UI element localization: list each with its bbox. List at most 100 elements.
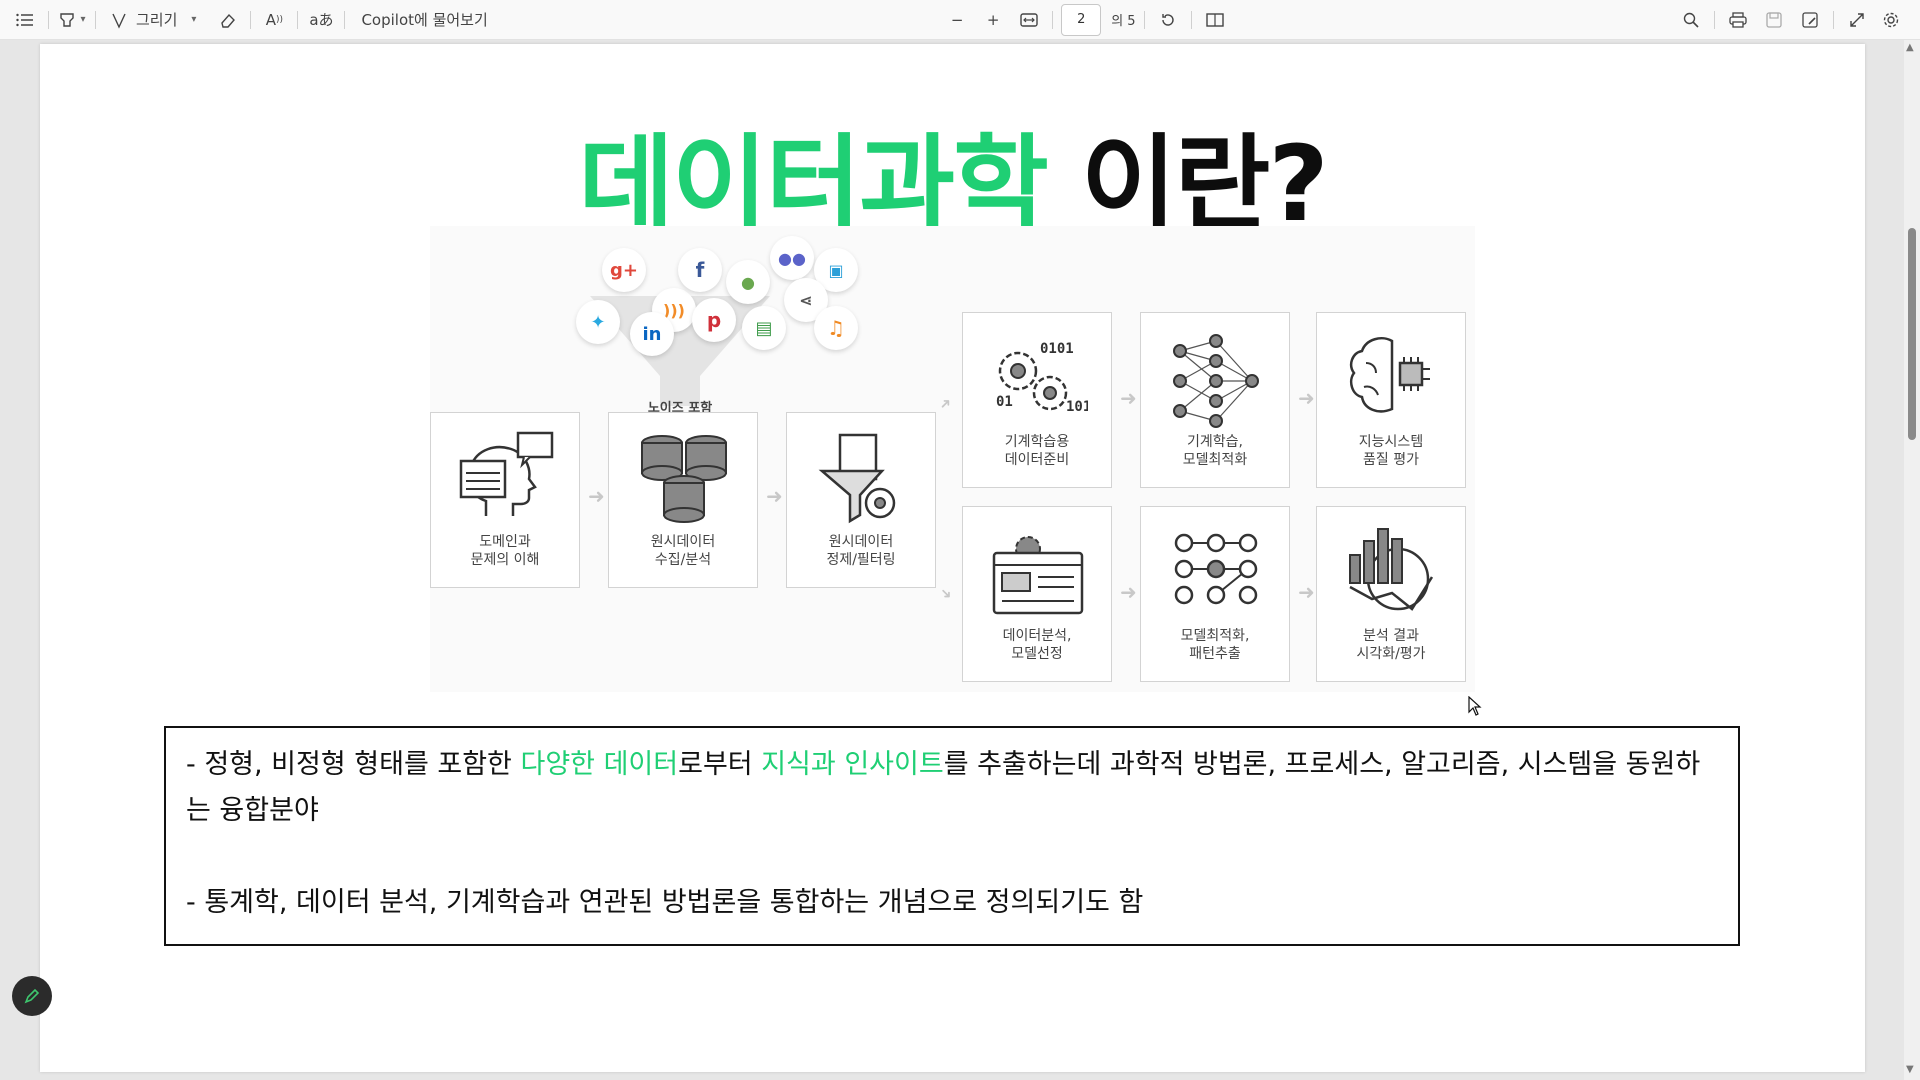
arrow-icon: ➜	[588, 484, 605, 508]
svg-text:0101: 0101	[1040, 341, 1074, 357]
divider	[344, 10, 346, 29]
highlight-icon[interactable]: ▾	[57, 5, 87, 35]
group-icon: ●●	[770, 236, 814, 280]
arrow-down-icon: ➜	[936, 584, 956, 604]
arrow-icon: ➜	[1298, 580, 1315, 604]
divider	[250, 10, 252, 29]
step-domain-understanding: 도메인과 문제의 이해	[430, 412, 580, 588]
divider	[1143, 10, 1145, 29]
svg-text:101: 101	[1066, 399, 1088, 415]
music-icon: ♫	[814, 306, 858, 350]
node-graph-icon	[1174, 533, 1258, 605]
step-label: 분석 결과 시각화/평가	[1356, 628, 1426, 662]
divider	[1190, 10, 1192, 29]
document-icon: ▤	[742, 306, 786, 350]
toolbar: ▾ 그리기 ▾ A)) aあ Copilot에 물어보기 − + 2 의 5	[0, 0, 1920, 40]
divider	[1714, 10, 1715, 29]
copilot-button[interactable]: Copilot에 물어보기	[353, 5, 495, 35]
scrollbar-thumb[interactable]	[1908, 228, 1916, 440]
text-segment: - 정형, 비정형 형태를 포함한	[186, 749, 521, 780]
music-label: ♫	[827, 316, 845, 340]
arrow-icon: ➜	[766, 484, 783, 508]
arrow-up-icon: ➜	[936, 394, 956, 414]
step-data-collection: 원시데이터 수집/분석	[608, 412, 758, 588]
microphone-icon: ●	[726, 260, 770, 304]
page-current: 2	[1077, 12, 1086, 27]
copilot-label: Copilot에 물어보기	[361, 11, 488, 29]
step-label: 기계학습용 데이터준비	[1004, 434, 1070, 468]
step-label: 기계학습, 모델최적화	[1182, 434, 1248, 468]
page-number-input[interactable]: 2	[1061, 3, 1102, 36]
google-plus-icon: g+	[602, 248, 646, 292]
step-label: 지능시스템 품질 평가	[1358, 434, 1424, 468]
page-total: 의 5	[1111, 14, 1136, 29]
chevron-down-icon[interactable]: ▾	[191, 14, 196, 25]
definition-paragraph-2: - 통계학, 데이터 분석, 기계학습과 연관된 방법론을 통합하는 개념으로 …	[186, 887, 1144, 918]
facebook-label: f	[695, 258, 705, 282]
head-screen-icon	[459, 431, 554, 516]
step-label: 도메인과 문제의 이해	[470, 534, 540, 568]
gear-icon[interactable]	[1876, 5, 1906, 35]
linkedin-icon: in	[630, 312, 674, 356]
binary-gears-icon: 0101 101 01	[996, 341, 1088, 415]
funnel-gear-icon	[818, 433, 896, 524]
pen-button[interactable]	[12, 976, 52, 1016]
step-label: 원시데이터 수집/분석	[650, 534, 716, 568]
step-data-cleaning: 원시데이터 정제/필터링	[786, 412, 936, 588]
mouse-cursor-icon	[1468, 696, 1482, 716]
neural-network-icon	[1173, 334, 1259, 428]
pinterest-icon: p	[692, 298, 736, 342]
step-data-analysis: 데이터분석, 모델선정	[962, 506, 1112, 682]
fullscreen-icon[interactable]	[1842, 5, 1872, 35]
facebook-icon: f	[678, 248, 722, 292]
scrollbar[interactable]	[1904, 40, 1920, 1080]
zoom-out-label: −	[950, 10, 964, 29]
dashboard-icon	[992, 536, 1084, 615]
step-system-quality: 지능시스템 품질 평가	[1316, 312, 1466, 488]
read-aloud-button[interactable]: A))	[259, 5, 289, 35]
translate-button[interactable]: aあ	[306, 5, 336, 35]
chevron-down-icon[interactable]: ▾	[80, 14, 85, 25]
search-icon[interactable]	[1676, 5, 1706, 35]
step-label: 원시데이터 정제/필터링	[826, 534, 896, 568]
step-visualization: 분석 결과 시각화/평가	[1316, 506, 1466, 682]
zoom-in-button[interactable]: +	[978, 5, 1008, 35]
divider	[297, 10, 299, 29]
step-pattern-extraction: 모델최적화, 패턴추출	[1140, 506, 1290, 682]
arrow-icon: ➜	[1120, 580, 1137, 604]
zoom-in-label: +	[986, 10, 1000, 29]
draw-icon	[112, 13, 126, 29]
definition-paragraph-1: - 정형, 비정형 형태를 포함한 다양한 데이터로부터 지식과 인사이트를 추…	[186, 742, 1718, 834]
divider	[1833, 10, 1834, 29]
save-icon[interactable]	[1759, 5, 1789, 35]
zoom-out-button[interactable]: −	[942, 5, 972, 35]
save-as-icon[interactable]	[1795, 5, 1825, 35]
print-icon[interactable]	[1723, 5, 1753, 35]
pen-icon	[24, 988, 40, 1004]
svg-text:01: 01	[996, 394, 1013, 410]
divider	[1052, 10, 1054, 29]
step-ml-data-prep: 0101 101 01 기계학습용 데이터준비	[962, 312, 1112, 488]
google-plus-label: g+	[610, 259, 638, 281]
eraser-icon[interactable]	[212, 5, 242, 35]
twitter-icon: ✦	[576, 300, 620, 344]
step-label: 모델최적화, 패턴추출	[1180, 628, 1250, 662]
contents-icon[interactable]	[10, 5, 40, 35]
highlight-diverse-data: 다양한 데이터	[520, 749, 679, 780]
brain-chip-icon	[1350, 337, 1430, 413]
draw-label: 그리기	[136, 11, 178, 29]
step-ml-optimization: 기계학습, 모델최적화	[1140, 312, 1290, 488]
linkedin-label: in	[642, 323, 662, 345]
scroll-up-icon[interactable]: ▲	[1906, 42, 1914, 53]
arrow-icon: ➜	[1120, 386, 1137, 410]
scroll-down-icon[interactable]: ▼	[1906, 1064, 1914, 1075]
pinterest-label: p	[706, 308, 722, 332]
fit-width-icon[interactable]	[1014, 5, 1044, 35]
translate-label: aあ	[309, 11, 334, 29]
read-aloud-label: A	[265, 10, 277, 29]
rotate-icon[interactable]	[1153, 5, 1183, 35]
page-view-icon[interactable]	[1200, 5, 1230, 35]
divider	[95, 10, 96, 29]
database-icon	[641, 435, 727, 523]
draw-button[interactable]: 그리기 ▾	[104, 5, 202, 35]
